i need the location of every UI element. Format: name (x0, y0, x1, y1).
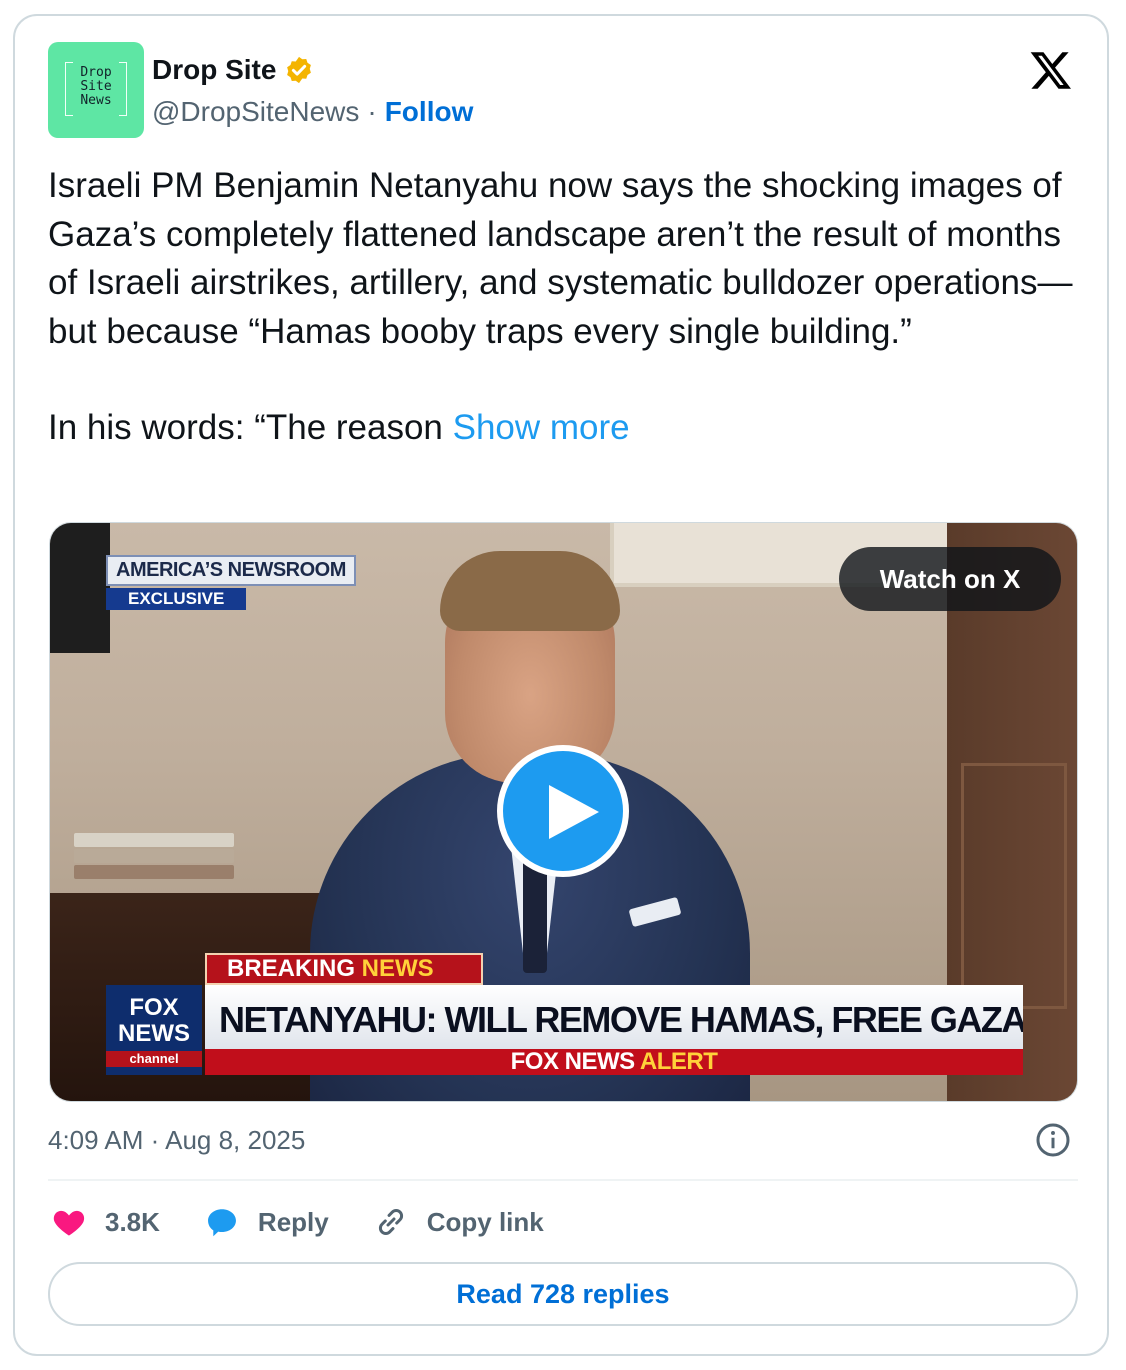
reply-button[interactable]: Reply (204, 1204, 329, 1240)
handle-row: @DropSiteNews · Follow (152, 96, 473, 128)
alert-word: ALERT (639, 1048, 718, 1075)
breaking-news-word: NEWS (361, 955, 434, 982)
post-text: Israeli PM Benjamin Netanyahu now says t… (48, 162, 1088, 453)
video-person-hair (440, 551, 620, 631)
post-time: 4:09 AM (48, 1125, 144, 1155)
like-button[interactable]: 3.8K (51, 1204, 160, 1240)
show-badge: AMERICA’S NEWSROOM EXCLUSIVE (106, 555, 356, 610)
reply-label: Reply (257, 1206, 329, 1237)
alert-prefix: FOX NEWS (510, 1048, 640, 1075)
show-badge-title: AMERICA’S NEWSROOM (106, 555, 356, 586)
play-button[interactable] (497, 745, 629, 877)
post-paragraph-2: In his words: “The reason Show more (48, 404, 1088, 453)
handle-separator: · (367, 96, 377, 127)
video-books (74, 833, 234, 893)
chyron-headline: NETANYAHU: WILL REMOVE HAMAS, FREE GAZA … (205, 985, 1023, 1055)
divider (48, 1179, 1078, 1181)
account-name-row[interactable]: Drop Site (152, 54, 314, 86)
account-name[interactable]: Drop Site (152, 54, 276, 86)
verified-badge-icon (287, 56, 312, 84)
show-more-link[interactable]: Show more (453, 408, 630, 447)
fox-logo-line-2: NEWS (118, 1020, 190, 1047)
play-icon (549, 785, 599, 839)
post-card: Drop Site News Drop Site @DropSiteNews ·… (13, 14, 1109, 1356)
copy-link-label: Copy link (426, 1206, 544, 1237)
fox-news-logo: FOX NEWS channel (106, 985, 202, 1075)
chyron-alert-bar: FOX NEWS ALERT (205, 1049, 1023, 1075)
watch-on-x-button[interactable]: Watch on X (839, 547, 1061, 611)
x-logo-icon[interactable] (1029, 48, 1073, 92)
video-tv-screen (50, 523, 110, 653)
info-icon[interactable] (1035, 1122, 1071, 1158)
fox-logo-line-3: channel (106, 1051, 202, 1067)
post-date: Aug 8, 2025 (165, 1125, 306, 1155)
action-bar: 3.8K Reply Copy link (51, 1202, 588, 1242)
timestamp-separator: · (150, 1125, 160, 1155)
breaking-news-tag: BREAKING NEWS (205, 953, 483, 985)
post-paragraph-2-text: In his words: “The reason (48, 408, 453, 447)
avatar-logo-text: Drop Site News (80, 65, 112, 108)
link-icon (378, 1209, 403, 1235)
read-replies-button[interactable]: Read 728 replies (48, 1262, 1078, 1326)
fox-logo-line-1: FOX (129, 994, 179, 1021)
video-player[interactable]: AMERICA’S NEWSROOM EXCLUSIVE Watch on X … (49, 522, 1078, 1102)
like-count: 3.8K (105, 1206, 160, 1237)
copy-link-button[interactable]: Copy link (373, 1204, 544, 1240)
post-paragraph-1: Israeli PM Benjamin Netanyahu now says t… (48, 166, 1073, 351)
post-timestamp[interactable]: 4:09 AM · Aug 8, 2025 (48, 1122, 305, 1158)
heart-icon (53, 1210, 85, 1236)
reply-bubble-icon (207, 1209, 236, 1237)
follow-button[interactable]: Follow (385, 96, 474, 128)
breaking-word: BREAKING (227, 955, 362, 982)
avatar[interactable]: Drop Site News (48, 42, 144, 138)
account-handle[interactable]: @DropSiteNews (152, 96, 359, 128)
show-badge-exclusive: EXCLUSIVE (106, 588, 247, 610)
